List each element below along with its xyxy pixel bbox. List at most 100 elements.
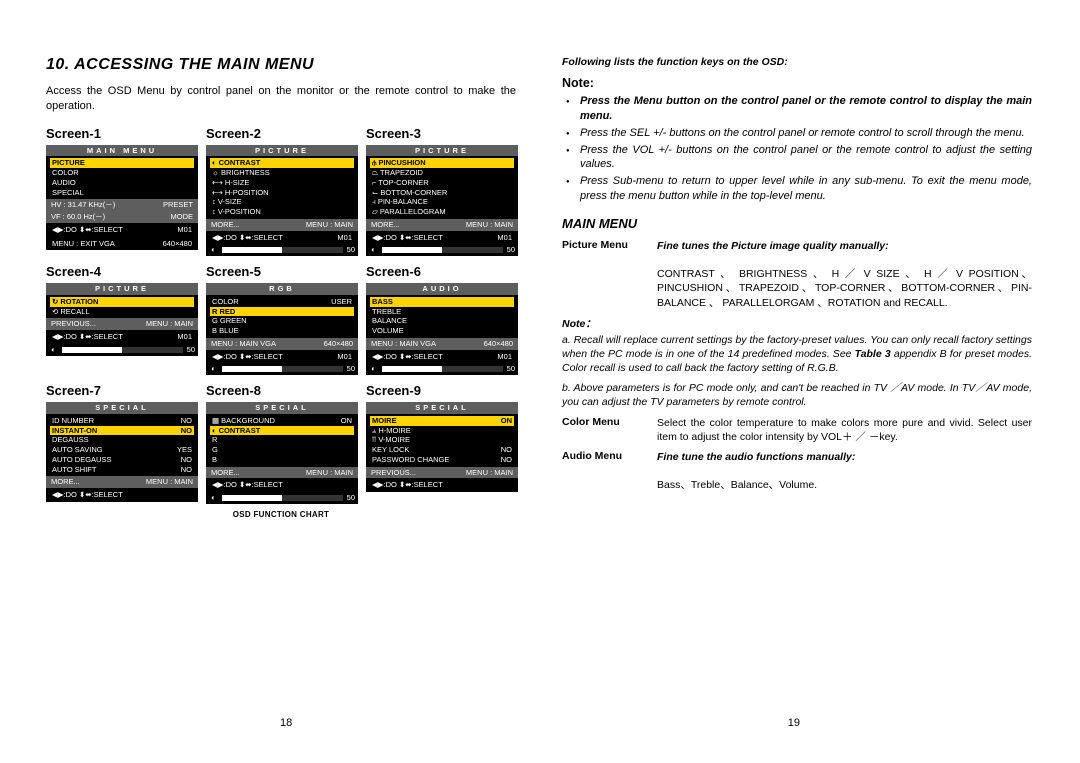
screen-label: Screen-4 <box>46 264 198 279</box>
picture-menu-row: Picture Menu Fine tunes the Picture imag… <box>562 239 1032 310</box>
osd-row: B BLUE <box>210 326 354 336</box>
osd-foot-row: ◀▶:DO ⬍⬌:SELECTM01 <box>50 225 194 235</box>
osd-status: MORE...MENU : MAIN <box>49 477 195 487</box>
osd-status: MORE...MENU : MAIN <box>369 220 515 230</box>
osd-row: ▦ BACKGROUNDON <box>210 416 354 426</box>
osd-body: ID NUMBERNOINSTANT-ONNODEGAUSSAUTO SAVIN… <box>46 414 198 477</box>
osd-status: PREVIOUS...MENU : MAIN <box>369 468 515 478</box>
note-bullet: Press Sub-menu to return to upper level … <box>580 174 1032 204</box>
osd-foot-row: ◀▶:DO ⬍⬌:SELECT <box>210 480 354 490</box>
page-number-left: 18 <box>280 717 292 729</box>
osd-body: COLORUSERR REDG GREENB BLUE <box>206 295 358 338</box>
page-number-right: 19 <box>788 717 800 729</box>
osd-foot-row: ◀▶:DO ⬍⬌:SELECT <box>50 490 194 500</box>
osd-bar: ◐50 <box>206 492 358 504</box>
osd-header: PICTURE <box>206 145 358 157</box>
osd-row: AUTO SHIFTNO <box>50 465 194 475</box>
osd-body: PICTURECOLORAUDIOSPECIAL <box>46 156 198 199</box>
note2-heading: Note： <box>562 316 1032 331</box>
osd-row: G GREEN <box>210 316 354 326</box>
note-heading: Note: <box>562 76 1032 90</box>
screen-label: Screen-2 <box>206 126 358 141</box>
osd-screen: Screen-1MAIN MENUPICTURECOLORAUDIOSPECIA… <box>46 126 198 257</box>
main-menu-heading: MAIN MENU <box>562 216 1032 231</box>
osd-row: PASSWORD CHANGENO <box>370 455 514 465</box>
osd-body: MOIREON⫨ H-MOIRE⫪ V-MOIREKEY LOCKNOPASSW… <box>366 414 518 467</box>
osd-caption: OSD FUNCTION CHART <box>46 510 516 519</box>
osd-header: SPECIAL <box>206 402 358 414</box>
osd-row: ▱ PARALLELOGRAM <box>370 207 514 217</box>
screen-label: Screen-5 <box>206 264 358 279</box>
audio-menu-row: Audio Menu Fine tune the audio functions… <box>562 450 1032 493</box>
osd-header: SPECIAL <box>46 402 198 414</box>
osd-status: MENU : MAIN VGA640×480 <box>369 339 515 349</box>
screen-label: Screen-8 <box>206 383 358 398</box>
osd-body: ⫛ PINCUSHION⏢ TRAPEZOID⌐ TOP-CORNER⌙ BOT… <box>366 156 518 219</box>
osd-row: ⫛ PINCUSHION <box>370 158 514 168</box>
audio-menu-body: Bass、Treble、Balance、Volume. <box>657 479 817 491</box>
osd-bar: ◐50 <box>46 344 198 356</box>
color-menu-body: Select the color temperature to make col… <box>657 416 1032 444</box>
osd-row: R RED <box>210 307 354 317</box>
osd-foot-row: ◀▶:DO ⬍⬌:SELECTM01 <box>210 352 354 362</box>
osd-row: ⫪ V-MOIRE <box>370 435 514 445</box>
osd-row: AUTO SAVINGYES <box>50 445 194 455</box>
osd-row: SPECIAL <box>50 188 194 198</box>
picture-menu-label: Picture Menu <box>562 239 657 310</box>
osd-row: ↕ V-POSITION <box>210 207 354 217</box>
osd-foot-row: ◀▶:DO ⬍⬌:SELECTM01 <box>370 352 514 362</box>
audio-menu-lead: Fine tune the audio functions manually: <box>657 451 855 463</box>
picture-menu-body: CONTRAST 、 BRIGHTNESS 、 H ／ V SIZE 、 H ／… <box>657 268 1032 308</box>
osd-header: PICTURE <box>46 283 198 295</box>
osd-row: VOLUME <box>370 326 514 336</box>
osd-row: ☼ BRIGHTNESS <box>210 168 354 178</box>
osd-row: COLORUSER <box>210 297 354 307</box>
page-right: Following lists the function keys on the… <box>562 56 1032 519</box>
osd-row: COLOR <box>50 168 194 178</box>
osd-row: ID NUMBERNO <box>50 416 194 426</box>
color-menu-row: Color Menu Select the color temperature … <box>562 416 1032 444</box>
note-a: a. Recall will replace current settings … <box>562 333 1032 376</box>
screen-label: Screen-9 <box>366 383 518 398</box>
osd-row: ⌙ BOTTOM-CORNER <box>370 188 514 198</box>
intro-text: Access the OSD Menu by control panel on … <box>46 84 516 114</box>
osd-row: B <box>210 455 354 465</box>
osd-row: ⟷ H-POSITION <box>210 188 354 198</box>
osd-row: ⟷ H-SIZE <box>210 178 354 188</box>
osd-screen: Screen-8SPECIAL▦ BACKGROUNDON◐ CONTRASTR… <box>206 383 358 504</box>
osd-row: ↕ V-SIZE <box>210 197 354 207</box>
osd-screen: Screen-5RGBCOLORUSERR REDG GREENB BLUEME… <box>206 264 358 375</box>
osd-row: ◐ CONTRAST <box>210 426 354 436</box>
osd-status: MORE...MENU : MAIN <box>209 220 355 230</box>
osd-status: VF : 60.0 Hz(－)MODE <box>49 212 195 222</box>
osd-row: MOIREON <box>370 416 514 426</box>
osd-header: SPECIAL <box>366 402 518 414</box>
osd-row: ⫨ H-MOIRE <box>370 426 514 436</box>
note-bullets: Press the Menu button on the control pan… <box>580 94 1032 204</box>
osd-row: BALANCE <box>370 316 514 326</box>
osd-status: MORE...MENU : MAIN <box>209 468 355 478</box>
screen-label: Screen-3 <box>366 126 518 141</box>
osd-foot-row: ◀▶:DO ⬍⬌:SELECTM01 <box>50 332 194 342</box>
note-bullet: Press the VOL +/- buttons on the control… <box>580 143 1032 173</box>
osd-status: PREVIOUS...MENU : MAIN <box>49 319 195 329</box>
func-intro: Following lists the function keys on the… <box>562 56 1032 68</box>
osd-grid: Screen-1MAIN MENUPICTURECOLORAUDIOSPECIA… <box>46 126 516 504</box>
note-b: b. Above parameters is for PC mode only,… <box>562 381 1032 409</box>
osd-header: PICTURE <box>366 145 518 157</box>
color-menu-label: Color Menu <box>562 416 657 444</box>
osd-row: AUTO DEGAUSSNO <box>50 455 194 465</box>
osd-body: BASSTREBLEBALANCEVOLUME <box>366 295 518 338</box>
osd-row: INSTANT-ONNO <box>50 426 194 436</box>
osd-header: MAIN MENU <box>46 145 198 157</box>
osd-bar: ◐50 <box>206 244 358 256</box>
osd-row: TREBLE <box>370 307 514 317</box>
osd-row: ↻ ROTATION <box>50 297 194 307</box>
osd-row: ⫞ PIN-BALANCE <box>370 197 514 207</box>
osd-header: RGB <box>206 283 358 295</box>
audio-menu-label: Audio Menu <box>562 450 657 493</box>
note-bullet: Press the Menu button on the control pan… <box>580 94 1032 124</box>
osd-status: MENU : MAIN VGA640×480 <box>209 339 355 349</box>
osd-row: ⌐ TOP-CORNER <box>370 178 514 188</box>
osd-body: ↻ ROTATION⟲ RECALL <box>46 295 198 319</box>
